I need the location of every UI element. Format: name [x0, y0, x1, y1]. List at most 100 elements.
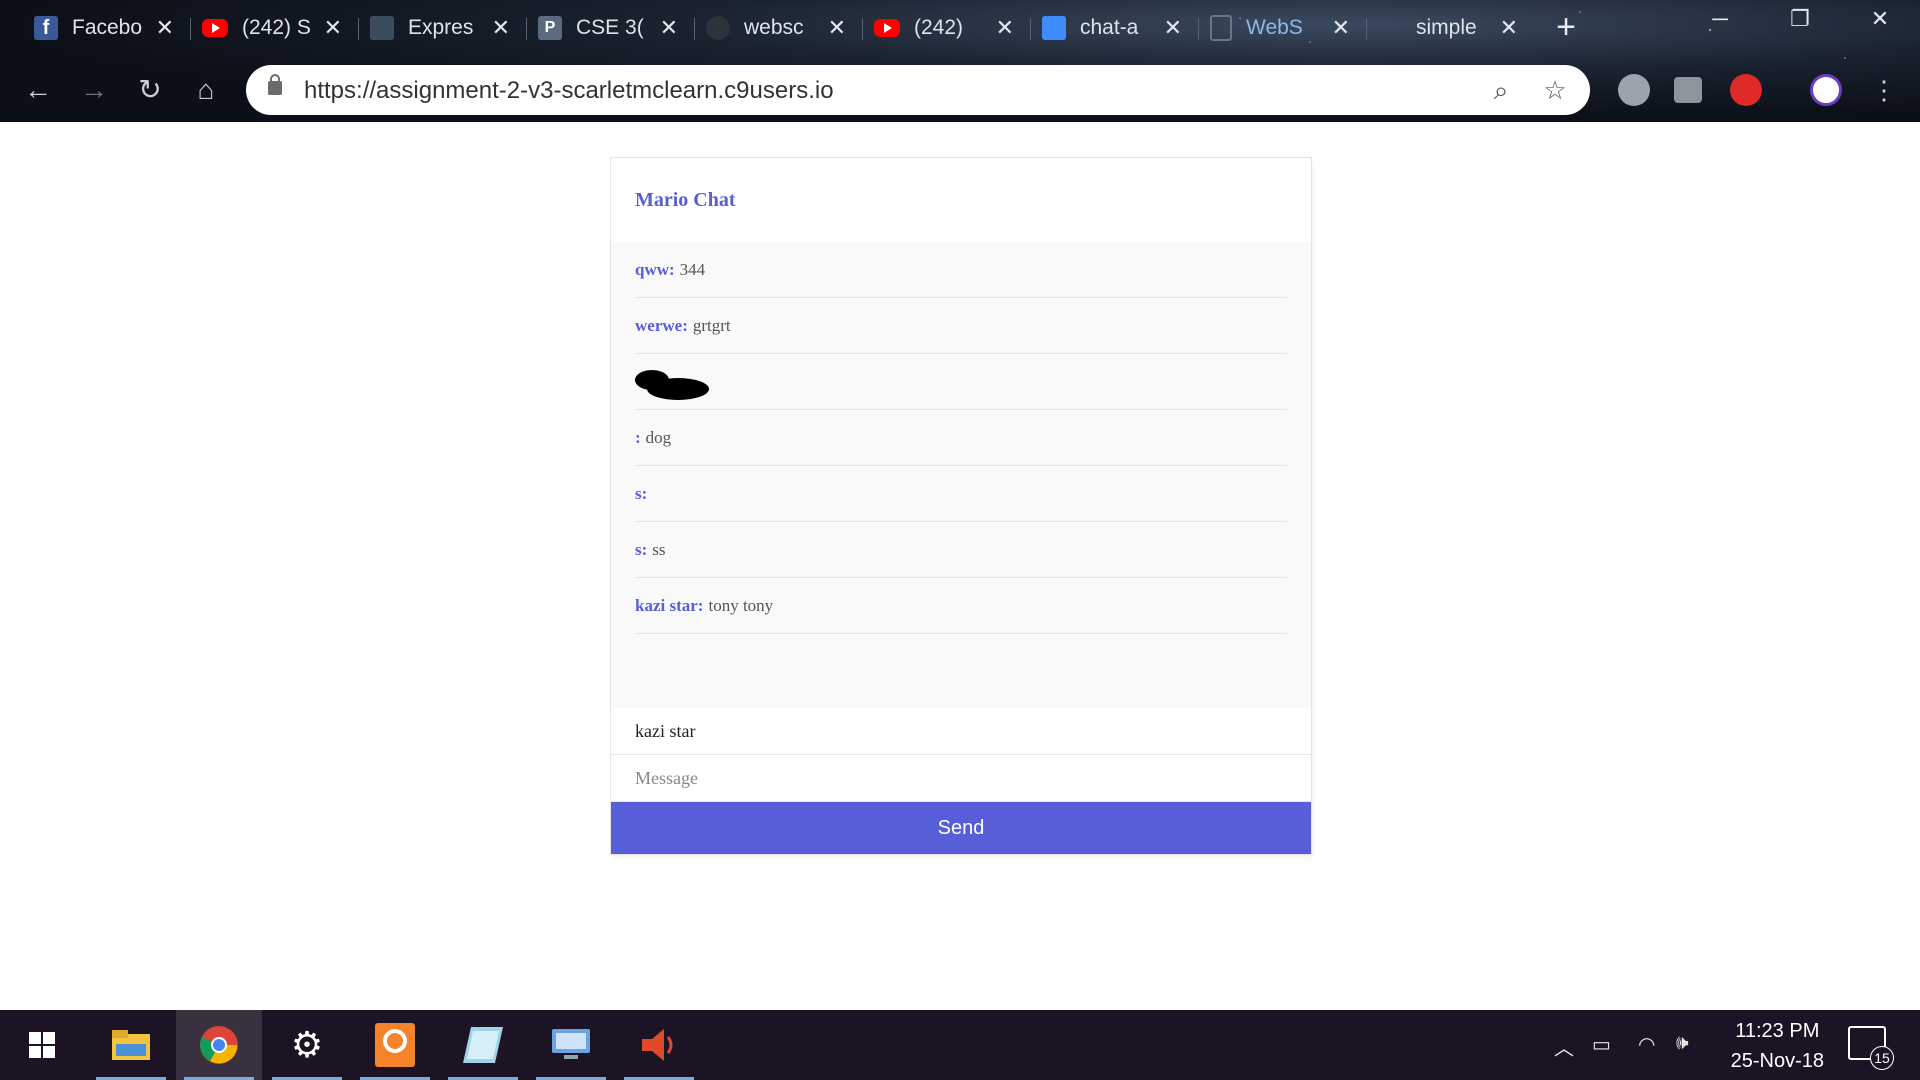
speaker-icon	[642, 1029, 673, 1061]
taskbar-chrome[interactable]	[176, 1010, 262, 1080]
message-text: 344	[679, 259, 706, 279]
chat-window: qww: 344 werwe: grtgrt : dog s: s: ss kazi s…	[611, 242, 1311, 708]
close-icon[interactable]: ✕	[156, 15, 174, 41]
chat-message: qww: 344	[635, 242, 1287, 298]
tab-github[interactable]: websc ✕	[694, 8, 862, 48]
close-window-button[interactable]: ✕	[1860, 6, 1900, 32]
volume-icon[interactable]: 🕪	[1676, 1032, 1689, 1055]
clock-time: 11:23 PM	[1735, 1020, 1820, 1042]
taskbar-notepad[interactable]	[440, 1010, 526, 1080]
chat-message: s:	[635, 466, 1287, 522]
youtube-icon	[202, 19, 228, 37]
close-icon[interactable]: ✕	[828, 15, 846, 41]
message-input[interactable]	[611, 755, 1311, 802]
bookmark-star-icon[interactable]: ☆	[1540, 75, 1570, 105]
adblock-extension-icon[interactable]	[1730, 74, 1762, 106]
tab-title: chat-a	[1080, 16, 1139, 39]
taskbar-remote-desktop[interactable]	[528, 1010, 614, 1080]
message-handle: s:	[635, 483, 648, 503]
tab-chat[interactable]: chat-a ✕	[1030, 8, 1198, 48]
lock-icon	[268, 74, 282, 95]
send-button[interactable]: Send	[611, 802, 1311, 854]
tab-youtube-1[interactable]: (242) S ✕	[190, 8, 358, 48]
tab-title: websc	[744, 16, 804, 39]
globe-extension-icon[interactable]	[1618, 74, 1650, 106]
chat-message: s: ss	[635, 522, 1287, 578]
close-icon[interactable]: ✕	[1332, 15, 1350, 41]
message-handle: qww:	[635, 259, 675, 279]
start-button[interactable]	[0, 1010, 84, 1080]
message-text: tony tony	[708, 595, 774, 615]
menu-icon[interactable]: ⋮	[1866, 72, 1902, 108]
gear-icon: ⚙	[290, 1024, 324, 1065]
tab-title: (242) S	[242, 16, 311, 39]
tab-express[interactable]: Expres ✕	[358, 8, 526, 48]
browser-chrome: f Facebook ✕ (242) S ✕ Expres ✕ P CSE 3(✕ web…	[0, 0, 1920, 122]
taskbar-file-explorer[interactable]	[88, 1010, 174, 1080]
notification-badge: 15	[1870, 1046, 1894, 1070]
blank-icon	[1378, 16, 1402, 40]
notification-icon[interactable]: 15	[1848, 1026, 1894, 1070]
message-text: ss	[652, 539, 666, 559]
url-text[interactable]: https://assignment-2-v3-scarletmclearn.c…	[304, 77, 834, 105]
handle-input[interactable]	[611, 708, 1311, 755]
taskbar-pdf-app[interactable]	[352, 1010, 438, 1080]
facebook-icon: f	[34, 16, 58, 40]
tab-cse[interactable]: P CSE 3(✕	[526, 8, 694, 48]
tab-title: Facebook	[72, 16, 142, 39]
tab-facebook[interactable]: f Facebook ✕	[22, 8, 190, 48]
tab-websocket[interactable]: WebS ✕	[1198, 8, 1366, 48]
taskbar: ⚙ ︿ ▭ ◠ 🕪 11:23 PM 25-Nov-18 15	[0, 1010, 1920, 1080]
tab-title: (242)	[914, 16, 964, 39]
computer-icon	[552, 1029, 590, 1059]
new-tab-button[interactable]: +	[1548, 10, 1584, 46]
clock-date: 25-Nov-18	[1730, 1050, 1824, 1072]
taskbar-settings[interactable]: ⚙	[264, 1010, 350, 1080]
close-icon[interactable]: ✕	[996, 15, 1014, 41]
message-handle: werwe:	[635, 315, 688, 335]
wifi-icon[interactable]: ◠	[1638, 1032, 1655, 1057]
back-icon[interactable]: ←	[20, 72, 56, 108]
chevron-up-icon[interactable]: ︿	[1554, 1032, 1574, 1061]
chat-panel: Mario Chat qww: 344 werwe: grtgrt : dog s: …	[610, 157, 1312, 855]
minimize-button[interactable]: ─	[1700, 6, 1740, 32]
close-icon[interactable]: ✕	[324, 15, 342, 41]
tab-title: simple	[1416, 16, 1477, 39]
chrome-icon	[200, 1026, 238, 1064]
taskbar-media-app[interactable]	[616, 1010, 702, 1080]
battery-icon[interactable]: ▭	[1592, 1032, 1611, 1057]
tab-title: WebS	[1246, 16, 1303, 39]
windows-icon	[29, 1032, 55, 1058]
close-icon[interactable]: ✕	[1500, 15, 1518, 41]
document-icon	[1210, 15, 1232, 41]
zoom-icon[interactable]: ⌕	[1486, 75, 1516, 105]
tab-title: Expres	[408, 16, 474, 39]
chat-message: : dog	[635, 410, 1287, 466]
notepad-icon	[463, 1027, 503, 1063]
chat-message: kazi star: tony tony	[635, 578, 1287, 634]
close-icon[interactable]: ✕	[1164, 15, 1182, 41]
address-bar[interactable]: https://assignment-2-v3-scarletmclearn.c…	[246, 65, 1590, 115]
message-text: grtgrt	[692, 315, 731, 335]
message-handle: kazi star:	[635, 595, 704, 615]
reload-icon[interactable]: ↻	[132, 72, 168, 108]
tab-title: CSE 3(	[576, 16, 644, 39]
tab-simple[interactable]: simple ✕	[1366, 8, 1534, 48]
chat-title: Mario Chat	[635, 189, 736, 211]
briefcase-extension-icon[interactable]	[1674, 77, 1702, 103]
chat-message: werwe: grtgrt	[635, 298, 1287, 354]
youtube-icon	[874, 19, 900, 37]
tab-youtube-2[interactable]: (242) ✕	[862, 8, 1030, 48]
close-icon[interactable]: ✕	[660, 15, 678, 41]
message-handle: :	[635, 427, 641, 447]
tab-strip: f Facebook ✕ (242) S ✕ Expres ✕ P CSE 3(✕ web…	[22, 8, 1534, 48]
express-icon	[370, 16, 394, 40]
home-icon[interactable]: ⌂	[188, 72, 224, 108]
taskbar-clock[interactable]: 11:23 PM 25-Nov-18	[1731, 1016, 1824, 1076]
github-icon	[706, 16, 730, 40]
forward-icon[interactable]: →	[76, 72, 112, 108]
maximize-button[interactable]: ❐	[1780, 6, 1820, 32]
close-icon[interactable]: ✕	[492, 15, 510, 41]
chat-message-redacted	[635, 354, 1287, 410]
profile-avatar[interactable]	[1810, 74, 1842, 106]
